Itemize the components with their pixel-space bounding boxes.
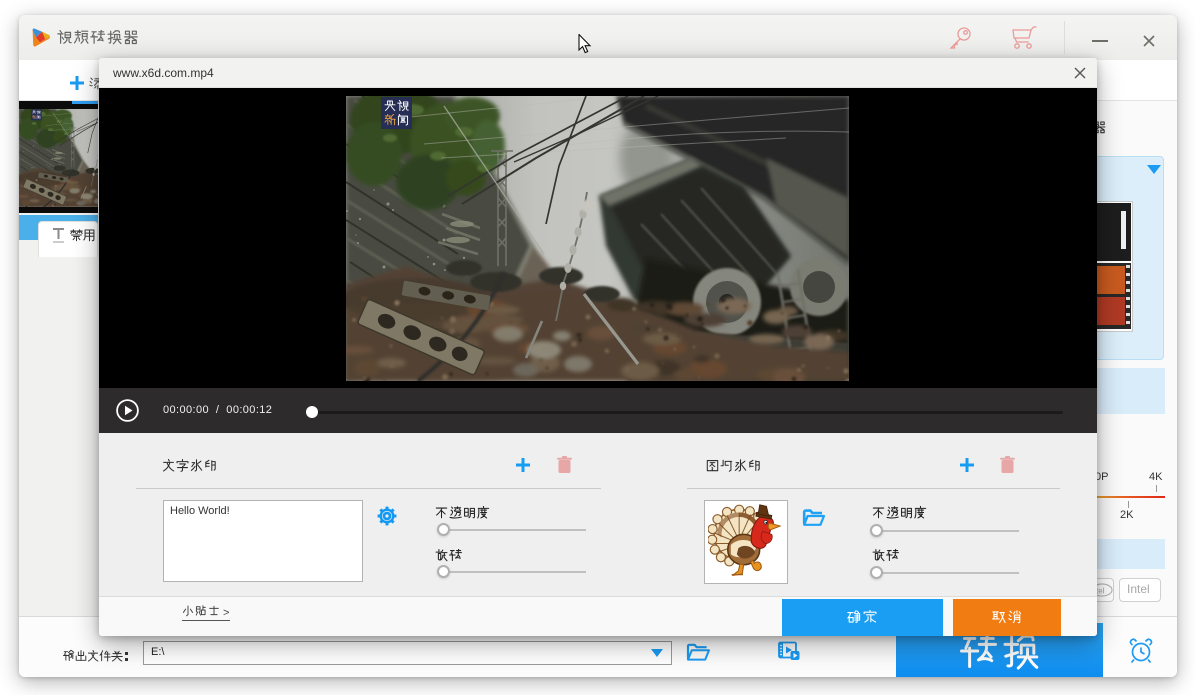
svg-text:tel: tel	[1096, 587, 1105, 596]
